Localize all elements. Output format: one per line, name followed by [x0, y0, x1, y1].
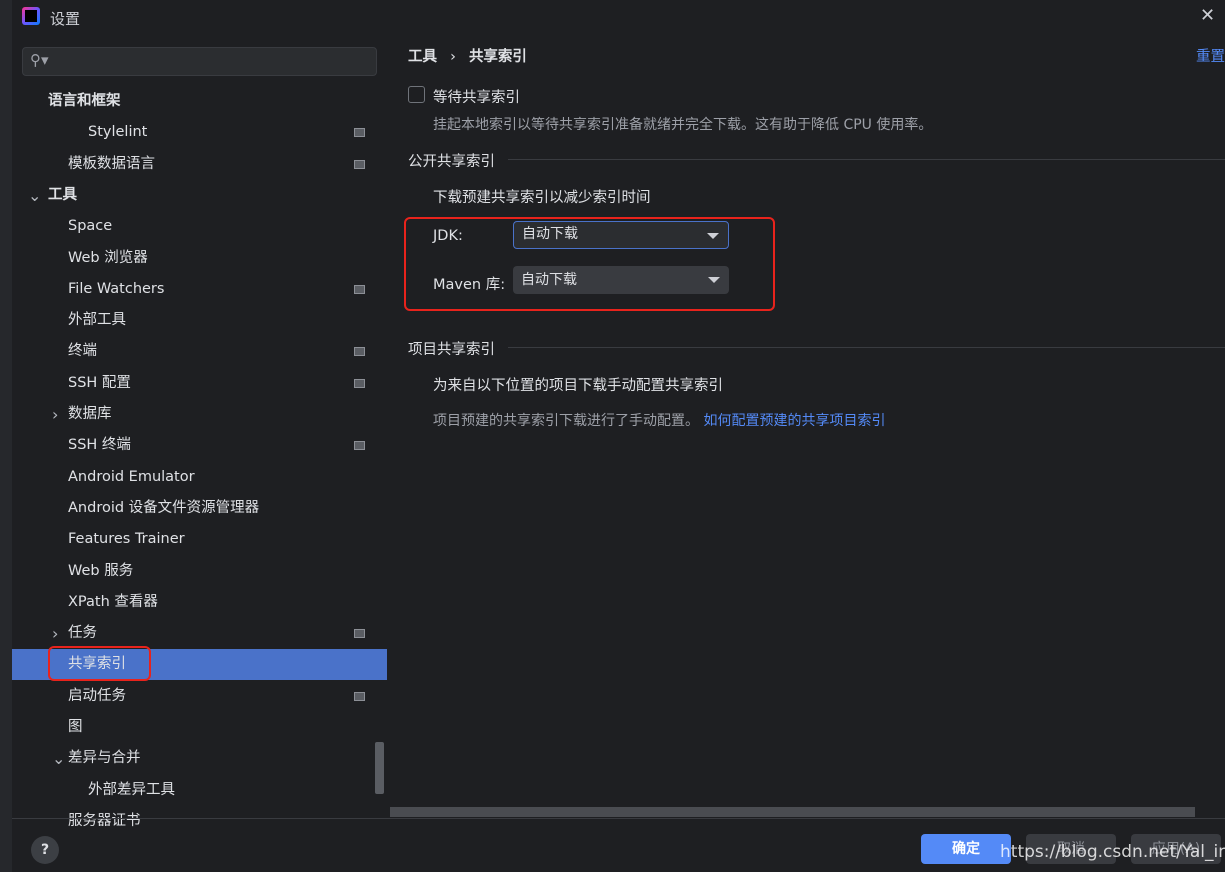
window-title: 设置	[50, 10, 81, 28]
project-note-text: 项目预建的共享索引下载进行了手动配置。	[433, 413, 699, 429]
chevron-down-icon[interactable]: ⌄	[52, 743, 65, 774]
project-level-icon	[354, 441, 365, 451]
sidebar-item[interactable]: Stylelint	[12, 117, 387, 148]
project-level-icon	[354, 629, 365, 639]
sidebar-item[interactable]: SSH 配置	[12, 368, 387, 399]
sidebar-item[interactable]: Space	[12, 211, 387, 242]
public-section-title: 公开共享索引	[408, 154, 495, 170]
public-desc: 下载预建共享索引以减少索引时间	[433, 190, 651, 206]
breadcrumb: 工具 › 共享索引	[408, 45, 527, 66]
sidebar-item-label: 启动任务	[68, 687, 126, 704]
sidebar-item-label: 终端	[68, 343, 97, 360]
sidebar-item[interactable]: › 任务	[12, 618, 387, 649]
wait-shared-index-desc: 挂起本地索引以等待共享索引准备就绪并完全下载。这有助于降低 CPU 使用率。	[433, 117, 933, 133]
sidebar-item[interactable]: 模板数据语言	[12, 149, 387, 180]
sidebar-item[interactable]: Web 浏览器	[12, 243, 387, 274]
project-note: 项目预建的共享索引下载进行了手动配置。 如何配置预建的共享项目索引	[433, 410, 885, 430]
sidebar-item-label: 差异与合并	[68, 750, 141, 767]
sidebar-item[interactable]: ⌄ 差异与合并	[12, 743, 387, 774]
sidebar-item[interactable]: File Watchers	[12, 274, 387, 305]
app-logo-icon	[22, 7, 40, 25]
project-level-icon	[354, 691, 365, 701]
sidebar-item-label: Space	[68, 218, 113, 235]
sidebar-item-label: Android Emulator	[68, 468, 195, 485]
sidebar-item-label: 外部工具	[68, 312, 126, 329]
ok-button[interactable]: 确定	[921, 834, 1011, 864]
sidebar-item-label: 语言和框架	[48, 93, 121, 109]
project-level-icon	[354, 347, 365, 357]
sidebar-item[interactable]: 语言和框架	[12, 86, 387, 117]
sidebar-item[interactable]: Web 服务	[12, 556, 387, 587]
sidebar-item-label: 外部差异工具	[88, 781, 175, 798]
sidebar-item[interactable]: 图	[12, 712, 387, 743]
sidebar-item[interactable]: Android 设备文件资源管理器	[12, 493, 387, 524]
chevron-down-icon[interactable]: ⌄	[28, 180, 41, 211]
sidebar-item-label: 任务	[68, 625, 97, 642]
divider	[508, 347, 1225, 348]
sidebar-item-label: Features Trainer	[68, 531, 185, 548]
sidebar-scrollbar[interactable]	[375, 742, 384, 794]
sidebar-item[interactable]: XPath 查看器	[12, 587, 387, 618]
sidebar-item[interactable]: 外部工具	[12, 305, 387, 336]
sidebar-item[interactable]: 外部差异工具	[12, 775, 387, 806]
reset-link[interactable]: 重置	[1196, 45, 1225, 66]
chevron-right-icon[interactable]: ›	[52, 399, 58, 430]
sidebar-item-label: Web 浏览器	[68, 249, 148, 266]
sidebar-item-label: Android 设备文件资源管理器	[68, 499, 260, 516]
search-icon: ⚲▾	[30, 51, 49, 69]
project-desc: 为来自以下位置的项目下载手动配置共享索引	[433, 378, 723, 394]
help-button[interactable]: ?	[31, 836, 59, 864]
background-window-edge	[0, 0, 12, 872]
sidebar-item[interactable]: Features Trainer	[12, 524, 387, 555]
divider	[508, 159, 1225, 160]
sidebar-item-label: 数据库	[68, 406, 112, 422]
sidebar-item-label: 模板数据语言	[68, 155, 155, 172]
project-section-title: 项目共享索引	[408, 342, 495, 358]
sidebar-item-label: 图	[68, 719, 83, 735]
close-icon[interactable]: ✕	[1200, 5, 1215, 26]
sidebar-item[interactable]: 终端	[12, 336, 387, 367]
project-level-icon	[354, 159, 365, 169]
project-config-link[interactable]: 如何配置预建的共享项目索引	[703, 413, 885, 429]
search-input[interactable]: ⚲▾	[22, 47, 377, 76]
breadcrumb-parent[interactable]: 工具	[408, 49, 437, 65]
watermark: https://blog.csdn.net/Yal_insist	[1000, 842, 1225, 862]
sidebar-item-label: 工具	[48, 186, 77, 203]
sidebar-item-label: File Watchers	[68, 280, 165, 297]
sidebar-item-label: Stylelint	[88, 124, 148, 141]
breadcrumb-current: 共享索引	[468, 49, 527, 65]
horizontal-scrollbar[interactable]	[390, 807, 1195, 817]
project-level-icon	[354, 284, 365, 294]
sidebar-item-label: SSH 终端	[68, 437, 131, 454]
wait-shared-index-checkbox[interactable]	[408, 86, 425, 103]
sidebar-item-label: XPath 查看器	[68, 593, 158, 610]
project-level-icon	[354, 128, 365, 138]
wait-shared-index-label[interactable]: 等待共享索引	[433, 86, 520, 107]
project-level-icon	[354, 378, 365, 388]
sidebar-item[interactable]: SSH 终端	[12, 430, 387, 461]
highlight-box	[48, 646, 151, 681]
sidebar-item[interactable]: Android Emulator	[12, 462, 387, 493]
breadcrumb-separator: ›	[450, 49, 456, 65]
sidebar-item-label: SSH 配置	[68, 374, 131, 391]
sidebar-item[interactable]: ⌄ 工具	[12, 180, 387, 211]
sidebar-item-label: Web 服务	[68, 562, 134, 579]
highlight-box	[404, 217, 775, 311]
sidebar-item[interactable]: 启动任务	[12, 681, 387, 712]
chevron-right-icon[interactable]: ›	[52, 618, 58, 649]
sidebar-item[interactable]: › 数据库	[12, 399, 387, 430]
title-bar	[12, 0, 1225, 36]
